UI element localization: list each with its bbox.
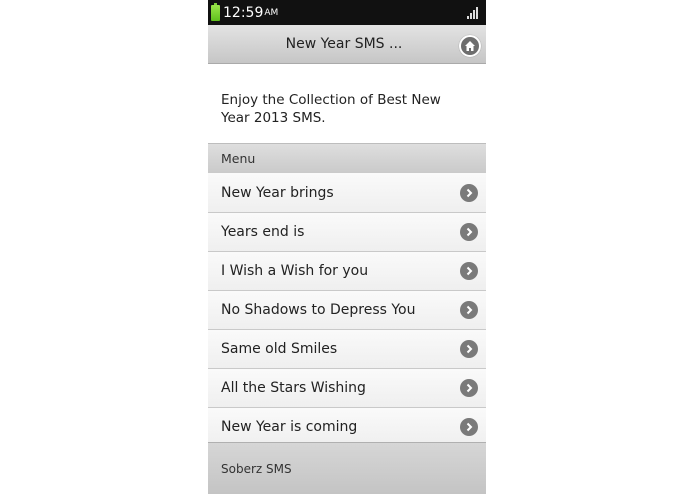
chevron-right-icon xyxy=(460,301,478,319)
menu-item-label: New Year is coming xyxy=(221,419,358,435)
menu-item-new-year-brings[interactable]: New Year brings xyxy=(208,173,486,213)
menu-item-all-the-stars[interactable]: All the Stars Wishing xyxy=(208,369,486,408)
menu-item-label: No Shadows to Depress You xyxy=(221,302,416,318)
menu-item-new-year-is-coming[interactable]: New Year is coming xyxy=(208,408,486,442)
menu-item-label: I Wish a Wish for you xyxy=(221,263,369,279)
menu-list: New Year brings Years end is I Wish a Wi… xyxy=(208,173,486,442)
chevron-right-icon xyxy=(460,340,478,358)
status-left: 12:59 AM xyxy=(211,2,279,21)
footer-text: Soberz SMS xyxy=(221,461,292,476)
status-ampm: AM xyxy=(264,7,279,18)
menu-item-label: New Year brings xyxy=(221,184,334,201)
status-time: 12:59 xyxy=(223,4,264,21)
page-title: New Year SMS ... xyxy=(285,36,403,52)
home-icon xyxy=(465,41,475,51)
status-bar: 12:59 AM xyxy=(208,0,486,25)
menu-heading: Menu xyxy=(208,143,486,173)
chevron-right-icon xyxy=(460,183,478,202)
app-header: New Year SMS ... xyxy=(208,25,486,64)
chevron-right-icon xyxy=(460,262,478,280)
menu-item-no-shadows[interactable]: No Shadows to Depress You xyxy=(208,291,486,330)
menu-item-same-old-smiles[interactable]: Same old Smiles xyxy=(208,330,486,369)
signal-icon xyxy=(467,6,478,19)
intro-text: Enjoy the Collection of Best New Year 20… xyxy=(208,64,486,143)
menu-item-label: Same old Smiles xyxy=(221,341,338,357)
footer: Soberz SMS xyxy=(208,442,486,494)
chevron-right-icon xyxy=(460,418,478,436)
menu-item-i-wish-a-wish[interactable]: I Wish a Wish for you xyxy=(208,252,486,291)
menu-item-label: All the Stars Wishing xyxy=(221,380,366,396)
menu-item-label: Years end is xyxy=(221,224,305,240)
menu-item-years-end-is[interactable]: Years end is xyxy=(208,213,486,252)
battery-icon xyxy=(211,2,220,21)
phone-screen: 12:59 AM New Year SMS ... Enjoy the Coll… xyxy=(208,0,486,494)
chevron-right-icon xyxy=(460,379,478,397)
home-button[interactable] xyxy=(459,35,481,57)
chevron-right-icon xyxy=(460,223,478,241)
